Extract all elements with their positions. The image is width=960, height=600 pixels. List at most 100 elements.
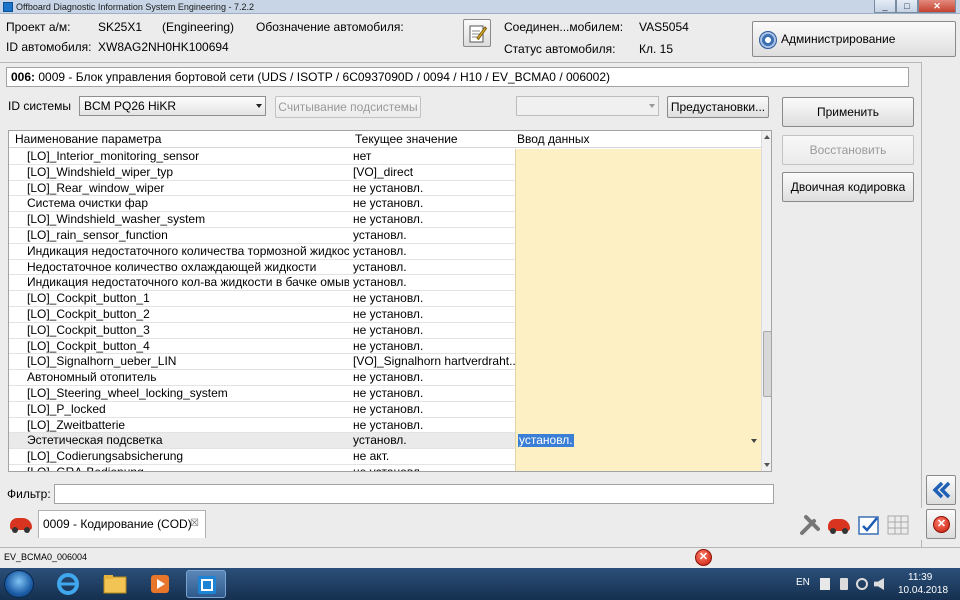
column-header-current-value[interactable]: Текущее значение xyxy=(355,132,458,146)
table-scrollbar[interactable] xyxy=(761,131,771,471)
connection-value: VAS5054 xyxy=(639,20,689,34)
table-row[interactable]: [LO]_GRA-Bedienung не установл. xyxy=(9,464,761,472)
data-input-cell[interactable] xyxy=(515,417,761,434)
system-id-select[interactable]: BCM PQ26 HiKR xyxy=(79,96,266,116)
filter-input[interactable] xyxy=(54,484,774,504)
tools-icon[interactable] xyxy=(798,513,822,537)
data-input-cell[interactable] xyxy=(515,449,761,465)
data-input-cell[interactable] xyxy=(515,464,761,471)
scrollbar-thumb[interactable] xyxy=(763,331,771,397)
table-row[interactable]: [LO]_Zweitbatterie не установл. xyxy=(9,417,761,434)
table-row[interactable]: [LO]_Windshield_wiper_typ [VO]_direct xyxy=(9,164,761,181)
language-indicator[interactable]: EN xyxy=(796,577,810,600)
current-value-cell: не установл. xyxy=(353,180,424,195)
read-subsystem-button[interactable]: Считывание подсистемы xyxy=(275,96,421,118)
column-header-data-input[interactable]: Ввод данных xyxy=(517,132,590,146)
table-row[interactable]: [LO]_Windshield_washer_system не установл… xyxy=(9,212,761,228)
table-row[interactable]: [LO]_Cockpit_button_2 не установл. xyxy=(9,306,761,323)
taskbar-internet-explorer[interactable] xyxy=(48,570,88,598)
table-row[interactable]: [LO]_Cockpit_button_4 не установл. xyxy=(9,338,761,355)
table-row[interactable]: [LO]_Interior_monitoring_sensor нет xyxy=(9,149,761,165)
table-row[interactable]: Система очистки фар не установл. xyxy=(9,196,761,213)
scroll-up-arrow-icon[interactable] xyxy=(764,135,770,139)
action-center-icon[interactable] xyxy=(820,578,830,590)
data-input-cell[interactable] xyxy=(515,259,761,276)
parameter-name-cell: [LO]_Codierungsabsicherung xyxy=(27,449,184,464)
data-input-cell[interactable] xyxy=(515,196,761,213)
parameter-name-cell: [LO]_Rear_window_wiper xyxy=(27,180,165,195)
taskbar-media-player[interactable] xyxy=(140,570,180,598)
data-input-cell[interactable] xyxy=(515,227,761,244)
data-input-cell[interactable] xyxy=(515,291,761,307)
grid-icon[interactable] xyxy=(886,513,910,537)
close-window-button[interactable]: ✕ xyxy=(918,0,956,13)
parameter-name-cell: Автономный отопитель xyxy=(27,370,157,385)
administration-button[interactable]: Администрирование xyxy=(752,21,956,57)
battery-icon[interactable] xyxy=(840,578,848,590)
table-row[interactable]: [LO]_rain_sensor_function установл. xyxy=(9,227,761,244)
current-value-cell: установл. xyxy=(353,275,407,290)
binary-coding-button[interactable]: Двоичная кодировка xyxy=(782,172,914,202)
scroll-down-arrow-icon[interactable] xyxy=(764,463,770,467)
data-input-cell[interactable] xyxy=(515,164,761,181)
system-id-value: BCM PQ26 HiKR xyxy=(84,99,177,113)
current-value-cell: [VO]_Signalhorn hartverdraht... xyxy=(353,354,515,369)
data-input-cell[interactable] xyxy=(515,370,761,386)
cancel-button[interactable]: ✕ xyxy=(926,509,956,539)
start-button[interactable] xyxy=(4,570,34,598)
table-row[interactable]: Индикация недостаточного кол-ва жидкости… xyxy=(9,275,761,292)
subsystem-select[interactable] xyxy=(516,96,659,116)
parameter-name-cell: [LO]_GRA-Bedienung xyxy=(27,464,144,472)
taskbar-odis-app[interactable] xyxy=(186,570,226,598)
table-row[interactable]: [LO]_P_locked не установл. xyxy=(9,401,761,418)
taskbar-file-explorer[interactable] xyxy=(94,570,134,598)
car-icon[interactable] xyxy=(828,519,850,534)
windows-taskbar: EN 11:39 10.04.2018 xyxy=(0,568,960,600)
tab-close-icon[interactable]: ☒ xyxy=(190,511,199,537)
apply-button[interactable]: Применить xyxy=(782,97,914,127)
double-chevron-left-icon xyxy=(932,481,951,499)
minimize-button[interactable]: _ xyxy=(874,0,896,13)
table-row[interactable]: Индикация недостаточного количества торм… xyxy=(9,243,761,260)
back-button[interactable] xyxy=(926,475,956,505)
table-row[interactable]: [LO]_Cockpit_button_1 не установл. xyxy=(9,291,761,307)
maximize-button[interactable]: □ xyxy=(896,0,918,13)
table-row[interactable]: [LO]_Signalhorn_ueber_LIN [VO]_Signalhorn… xyxy=(9,354,761,371)
data-input-cell[interactable] xyxy=(515,385,761,402)
table-row[interactable]: [LO]_Steering_wheel_locking_system не уст… xyxy=(9,385,761,402)
data-input-cell[interactable]: установл. xyxy=(515,433,761,450)
data-input-cell[interactable] xyxy=(515,212,761,228)
network-icon[interactable] xyxy=(856,578,868,590)
volume-icon[interactable] xyxy=(874,578,884,590)
table-row[interactable]: Недостаточное количество охлаждающей жид… xyxy=(9,259,761,276)
system-id-label: ID системы xyxy=(8,99,71,113)
table-row[interactable]: [LO]_Rear_window_wiper не установл. xyxy=(9,180,761,197)
data-input-cell[interactable] xyxy=(515,322,761,339)
data-input-selected-value[interactable]: установл. xyxy=(518,434,574,448)
data-input-cell[interactable] xyxy=(515,275,761,292)
data-input-cell[interactable] xyxy=(515,149,761,165)
current-value-cell: [VO]_direct xyxy=(353,164,414,179)
data-input-cell[interactable] xyxy=(515,354,761,371)
presets-button[interactable]: Предустановки... xyxy=(667,96,769,118)
tab-coding[interactable]: 0009 - Кодирование (COD) ☒ xyxy=(38,510,206,538)
chevron-down-icon xyxy=(649,104,655,108)
chevron-down-icon[interactable] xyxy=(751,439,757,444)
window-controls: _ □ ✕ xyxy=(874,0,956,14)
data-input-cell[interactable] xyxy=(515,338,761,355)
checklist-icon[interactable] xyxy=(857,513,881,537)
restore-button[interactable]: Восстановить xyxy=(782,135,914,165)
data-input-cell[interactable] xyxy=(515,243,761,260)
table-row[interactable]: Эстетическая подсветка установл. установл. xyxy=(9,433,761,450)
table-row[interactable]: [LO]_Cockpit_button_3 не установл. xyxy=(9,322,761,339)
table-row[interactable]: Автономный отопитель не установл. xyxy=(9,370,761,386)
column-header-name[interactable]: Наименование параметра xyxy=(15,132,161,146)
error-icon[interactable]: ✕ xyxy=(695,549,712,566)
data-input-cell[interactable] xyxy=(515,306,761,323)
data-input-cell[interactable] xyxy=(515,180,761,197)
edit-note-button[interactable] xyxy=(463,19,491,47)
clock-date[interactable]: 10.04.2018 xyxy=(898,585,948,600)
data-input-cell[interactable] xyxy=(515,401,761,418)
parameter-name-cell: [LO]_Interior_monitoring_sensor xyxy=(27,149,200,163)
table-row[interactable]: [LO]_Codierungsabsicherung не акт. xyxy=(9,449,761,465)
